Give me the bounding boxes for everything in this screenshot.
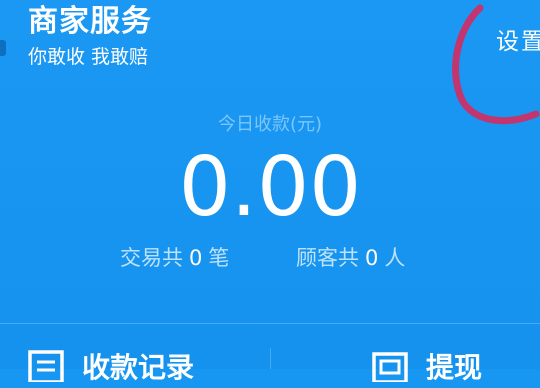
section-divider [0, 323, 540, 324]
customer-count: 0 [365, 246, 379, 270]
page-title: 商家服务 [28, 4, 152, 39]
records-list-icon [28, 350, 64, 382]
page-subtitle: 你敢收 我敢赔 [28, 46, 149, 68]
withdraw-card-icon [372, 352, 408, 382]
button-divider [270, 348, 271, 369]
receipt-records-label: 收款记录 [82, 351, 195, 384]
page-header: 商家服务 你敢收 我敢赔 [28, 2, 152, 70]
transaction-count-stat: 交易共 0 笔 [120, 242, 229, 272]
transaction-count: 0 [189, 246, 203, 270]
back-edge-handle[interactable] [0, 40, 6, 56]
customer-count-stat: 顾客共 0 人 [296, 242, 405, 272]
today-receipts-label: 今日收款(元) [217, 114, 323, 135]
withdraw-button[interactable]: 提现 [372, 342, 482, 384]
withdraw-label: 提现 [426, 351, 483, 384]
customer-suffix: 人 [384, 246, 406, 270]
today-amount: 0.00 [178, 140, 362, 235]
transaction-suffix: 笔 [208, 246, 230, 270]
transaction-prefix: 交易共 [120, 246, 183, 270]
customer-prefix: 顾客共 [296, 246, 359, 270]
receipt-records-button[interactable]: 收款记录 [28, 342, 194, 384]
merchant-service-screen: 商家服务 你敢收 我敢赔 设置 今日收款(元) 0.00 交易共 0 笔 顾客共 0 人… [0, 0, 540, 384]
